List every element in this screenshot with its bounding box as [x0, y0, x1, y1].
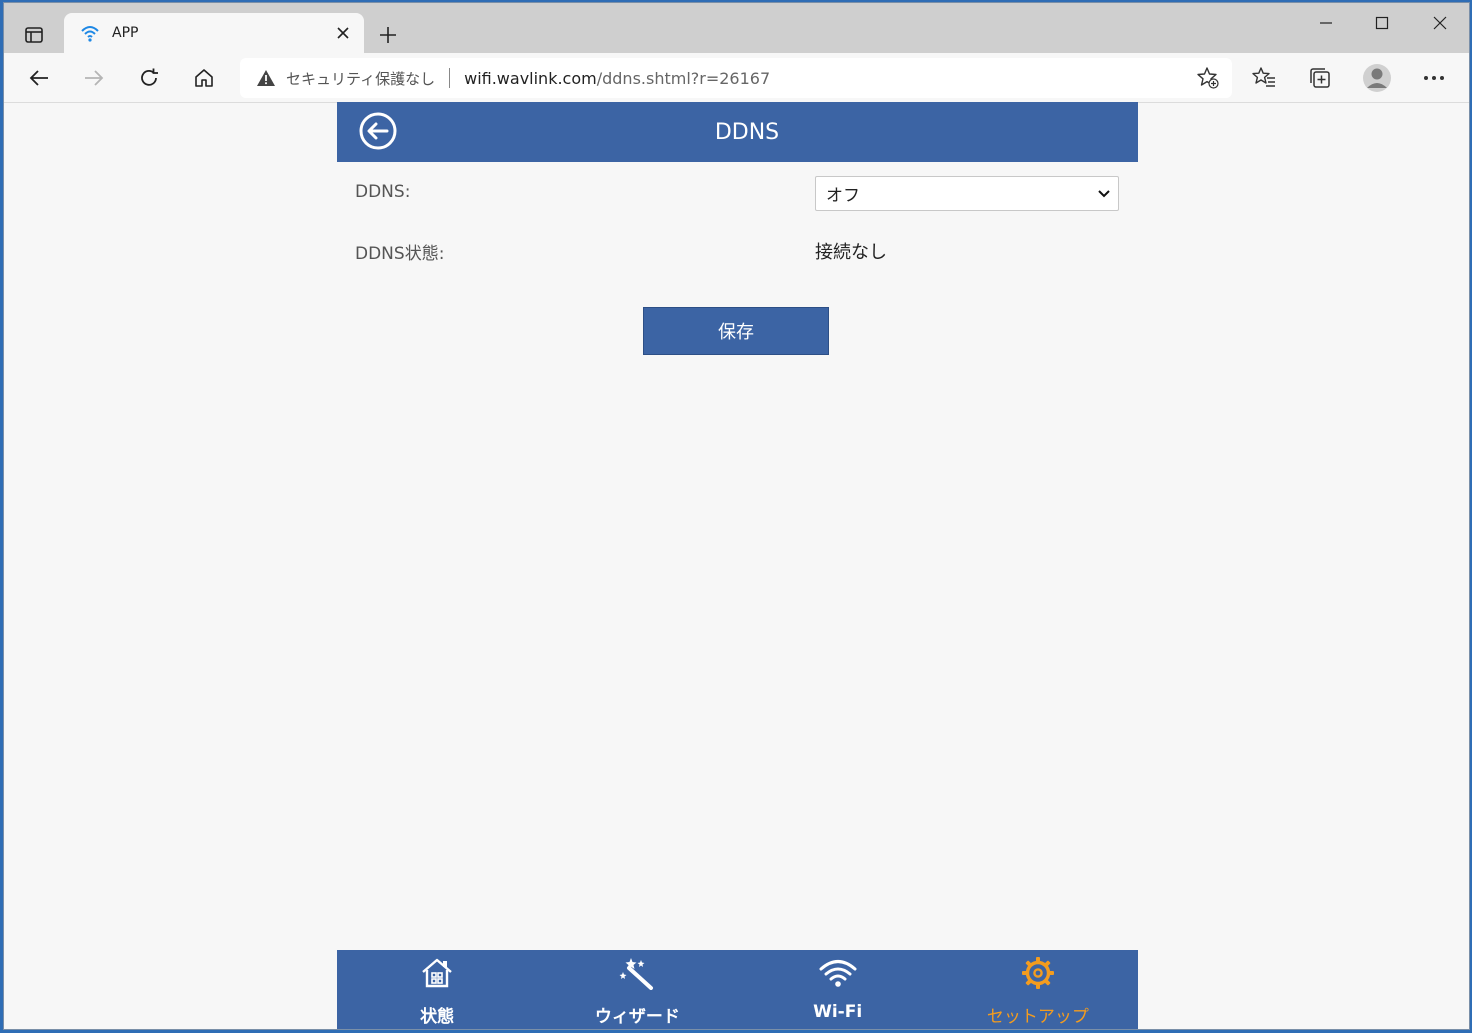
refresh-icon — [141, 68, 158, 86]
minimize-button[interactable] — [1298, 3, 1354, 43]
nav-label-wizard: ウィザード — [594, 1007, 680, 1027]
profile-button[interactable] — [1358, 59, 1396, 97]
page-title: DDNS — [714, 120, 780, 145]
save-button[interactable]: 保存 — [643, 307, 829, 355]
back-button[interactable] — [20, 59, 58, 97]
plus-icon — [380, 27, 396, 43]
collections-button[interactable] — [1301, 59, 1339, 97]
warning-icon — [257, 70, 275, 86]
nav-item-setup[interactable]: セットアップ — [938, 950, 1138, 1029]
nav-label-wifi: Wi-Fi — [813, 1002, 863, 1022]
nav-item-status[interactable]: 状態 — [337, 950, 537, 1029]
forward-button[interactable] — [75, 59, 113, 97]
url-host: wifi.wavlink.com — [464, 68, 597, 88]
url-text: wifi.wavlink.com/ddns.shtml?r=26167 — [464, 69, 770, 88]
settings-more-button[interactable] — [1415, 59, 1453, 97]
tab-title: APP — [112, 25, 139, 41]
home-button[interactable] — [185, 59, 223, 97]
browser-window: APP セキュリティ保護なし wifi.wavlink.com/ddns.sht… — [3, 2, 1470, 1030]
nav-item-wizard[interactable]: ウィザード — [537, 950, 737, 1029]
window-close-button[interactable] — [1412, 3, 1468, 43]
security-status: セキュリティ保護なし — [286, 69, 436, 88]
home-icon — [195, 69, 213, 87]
minimize-icon — [1320, 22, 1332, 24]
url-path: /ddns.shtml?r=26167 — [596, 68, 771, 88]
maximize-button[interactable] — [1354, 3, 1410, 43]
wifi-favicon-icon — [81, 26, 99, 42]
star-plus-icon — [1197, 67, 1219, 89]
back-circle-icon[interactable] — [357, 110, 399, 152]
wand-icon — [618, 954, 656, 992]
address-bar[interactable]: セキュリティ保護なし wifi.wavlink.com/ddns.shtml?r… — [240, 58, 1232, 98]
favorites-button[interactable] — [1245, 59, 1283, 97]
arrow-right-icon — [85, 70, 104, 86]
close-icon — [337, 27, 349, 39]
nav-item-wifi[interactable]: Wi-Fi — [738, 950, 938, 1029]
bottom-navigation: 状態 ウィザード Wi-Fi セットアップ — [337, 950, 1138, 1029]
browser-tab[interactable]: APP — [64, 13, 364, 53]
maximize-icon — [1375, 16, 1389, 30]
tab-actions-icon — [25, 27, 43, 43]
page-header: DDNS — [337, 102, 1138, 162]
address-separator — [449, 68, 451, 88]
tab-close-button[interactable] — [328, 18, 358, 48]
close-icon — [1433, 16, 1447, 30]
nav-label-status: 状態 — [420, 1007, 455, 1027]
collections-icon — [1310, 68, 1330, 88]
home-icon — [418, 954, 456, 992]
navigation-bar: セキュリティ保護なし wifi.wavlink.com/ddns.shtml?r… — [4, 53, 1469, 103]
refresh-button[interactable] — [130, 59, 168, 97]
more-dots-icon — [1424, 76, 1444, 80]
ddns-select[interactable]: オフ — [815, 176, 1119, 211]
ddns-label: DDNS: — [355, 182, 411, 202]
router-page: DDNS DDNS: オフ DDNS状態: 接続なし 保存 状態 ウィザード W… — [337, 102, 1138, 1029]
avatar-icon — [1363, 64, 1391, 92]
gear-icon — [1019, 954, 1057, 992]
chevron-down-icon — [1090, 180, 1118, 208]
ddns-status-value: 接続なし — [815, 242, 887, 263]
ddns-select-value: オフ — [826, 186, 860, 206]
add-favorite-button[interactable] — [1192, 62, 1224, 94]
new-tab-button[interactable] — [370, 17, 406, 53]
ddns-status-label: DDNS状態: — [355, 244, 445, 264]
wifi-icon — [819, 954, 857, 992]
tab-actions-button[interactable] — [16, 17, 52, 53]
title-bar: APP — [4, 3, 1469, 53]
favorites-icon — [1252, 67, 1275, 87]
nav-label-setup: セットアップ — [986, 1007, 1089, 1027]
arrow-left-icon — [29, 70, 48, 86]
